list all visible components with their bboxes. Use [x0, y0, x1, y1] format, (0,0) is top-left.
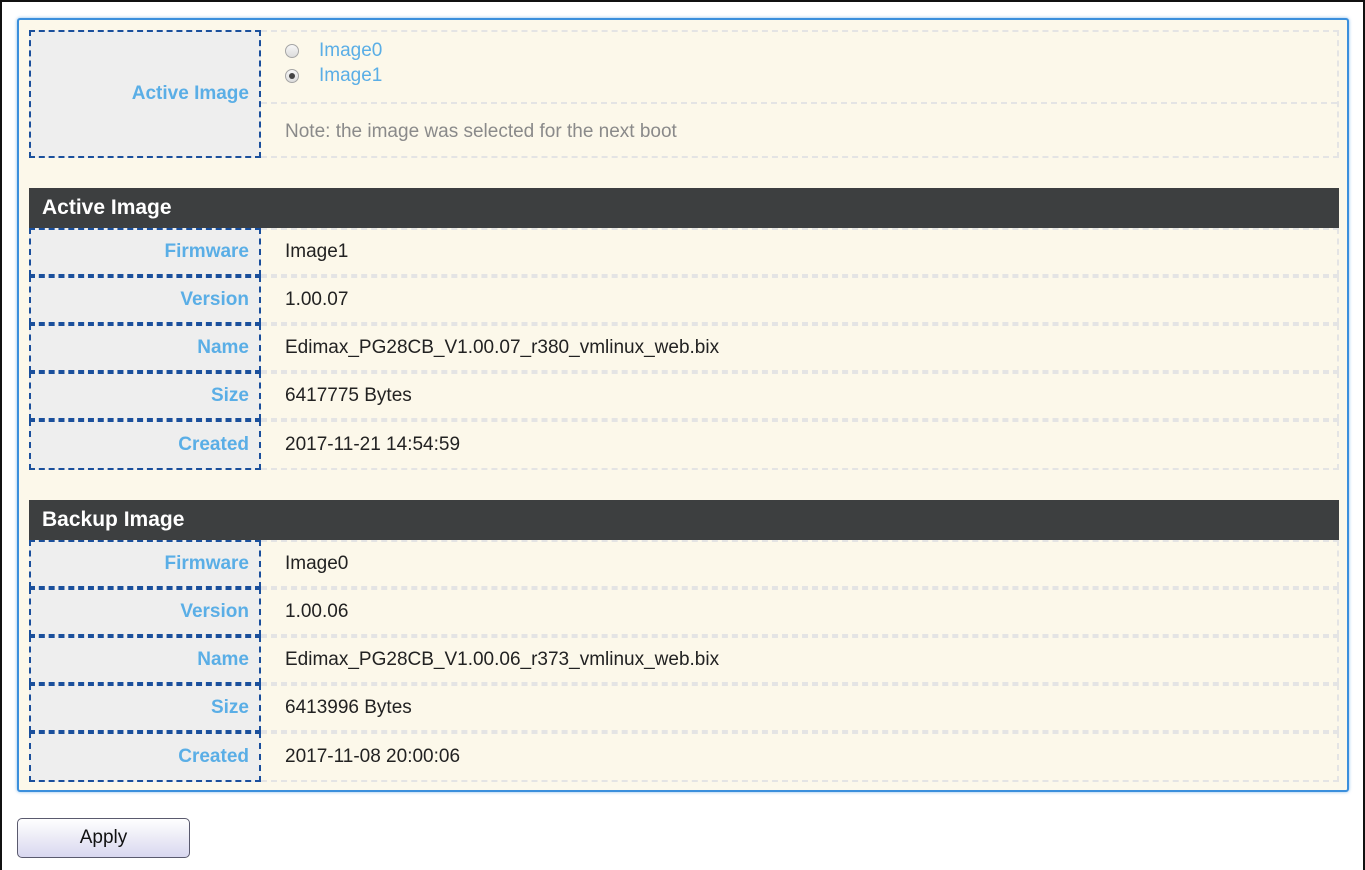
backup-name-value: Edimax_PG28CB_V1.00.06_r373_vmlinux_web.…: [261, 636, 1339, 684]
active-firmware-row: Firmware Image1: [29, 228, 1339, 276]
active-name-value: Edimax_PG28CB_V1.00.07_r380_vmlinux_web.…: [261, 324, 1339, 372]
backup-name-label: Name: [29, 636, 261, 684]
radio-option-image0[interactable]: Image0: [285, 38, 382, 64]
backup-image-header: Backup Image: [29, 500, 1339, 540]
radio-image0[interactable]: [285, 44, 299, 58]
backup-version-row: Version 1.00.06: [29, 588, 1339, 636]
backup-size-row: Size 6413996 Bytes: [29, 684, 1339, 732]
backup-version-label: Version: [29, 588, 261, 636]
active-created-value: 2017-11-21 14:54:59: [261, 420, 1339, 470]
active-name-row: Name Edimax_PG28CB_V1.00.07_r380_vmlinux…: [29, 324, 1339, 372]
radio-image1[interactable]: [285, 69, 299, 83]
note-divider: [261, 102, 1337, 104]
image-settings-panel: Active Image Image0 Image1 Note: the ima…: [17, 18, 1349, 792]
active-created-label: Created: [29, 420, 261, 470]
active-version-row: Version 1.00.07: [29, 276, 1339, 324]
apply-button[interactable]: Apply: [17, 818, 190, 858]
backup-size-label: Size: [29, 684, 261, 732]
backup-size-value: 6413996 Bytes: [261, 684, 1339, 732]
radio-image0-label[interactable]: Image0: [319, 40, 382, 62]
active-firmware-value: Image1: [261, 228, 1339, 276]
boot-note: Note: the image was selected for the nex…: [285, 121, 677, 142]
active-version-value: 1.00.07: [261, 276, 1339, 324]
backup-firmware-label: Firmware: [29, 540, 261, 588]
active-version-label: Version: [29, 276, 261, 324]
backup-created-value: 2017-11-08 20:00:06: [261, 732, 1339, 782]
active-firmware-label: Firmware: [29, 228, 261, 276]
backup-name-row: Name Edimax_PG28CB_V1.00.06_r373_vmlinux…: [29, 636, 1339, 684]
active-image-select-row: Active Image Image0 Image1 Note: the ima…: [29, 30, 1339, 158]
backup-created-label: Created: [29, 732, 261, 782]
active-size-label: Size: [29, 372, 261, 420]
active-size-row: Size 6417775 Bytes: [29, 372, 1339, 420]
active-image-select-value: Image0 Image1 Note: the image was select…: [261, 30, 1339, 158]
backup-firmware-row: Firmware Image0: [29, 540, 1339, 588]
backup-version-value: 1.00.06: [261, 588, 1339, 636]
radio-image1-label[interactable]: Image1: [319, 65, 382, 87]
active-name-label: Name: [29, 324, 261, 372]
active-size-value: 6417775 Bytes: [261, 372, 1339, 420]
backup-firmware-value: Image0: [261, 540, 1339, 588]
radio-option-image1[interactable]: Image1: [285, 63, 382, 89]
active-created-row: Created 2017-11-21 14:54:59: [29, 420, 1339, 470]
backup-created-row: Created 2017-11-08 20:00:06: [29, 732, 1339, 782]
active-image-select-label: Active Image: [29, 30, 261, 158]
active-image-header: Active Image: [29, 188, 1339, 228]
